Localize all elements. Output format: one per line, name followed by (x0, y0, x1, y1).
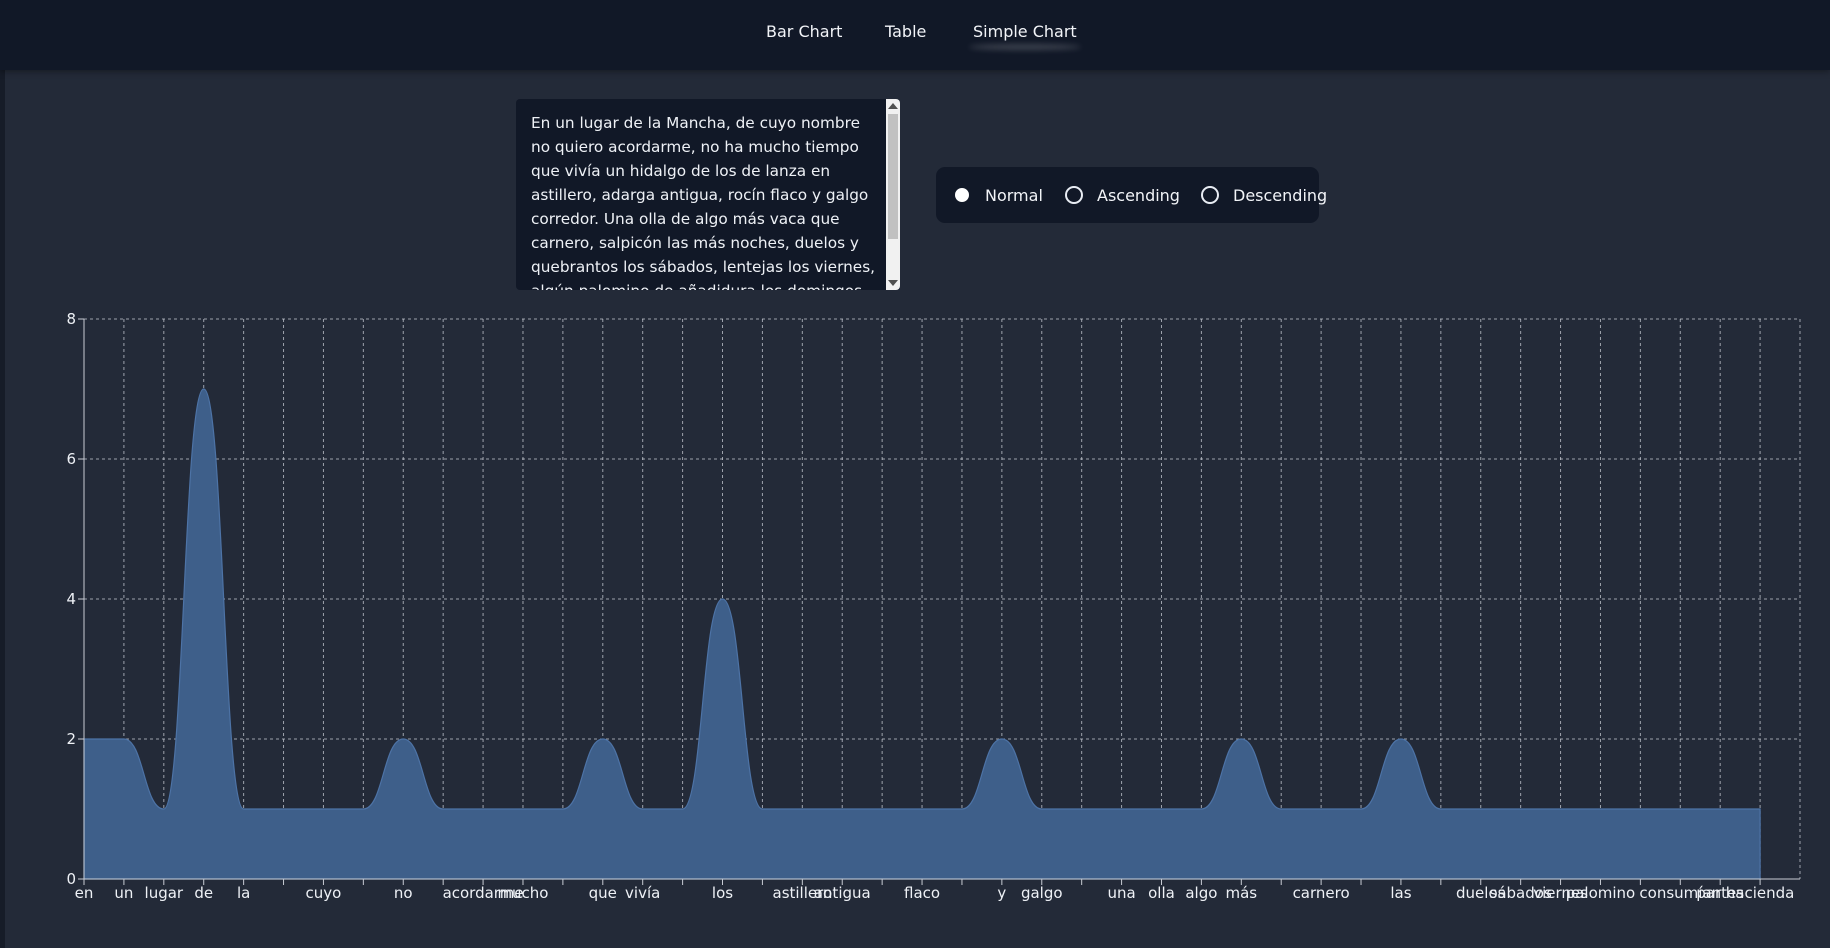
scroll-down-arrow-icon[interactable] (888, 280, 898, 286)
x-tick-label: flaco (904, 884, 940, 902)
radio-descending-label: Descending (1233, 185, 1328, 205)
x-tick-label: una (1107, 884, 1135, 902)
y-tick-label: 4 (66, 590, 76, 608)
word-frequency-chart: 02468en un lugar de la cuyo no acordarmemucho qu… (66, 310, 1801, 902)
x-tick-label: en (75, 884, 94, 902)
scrollbar-thumb[interactable] (888, 114, 898, 239)
radio-checked-icon[interactable] (955, 188, 969, 202)
x-tick-label: carnero (1293, 884, 1350, 902)
radio-ascending-label: Ascending (1097, 185, 1180, 205)
scroll-up-arrow-icon[interactable] (888, 103, 898, 109)
sort-options-panel: Normal Ascending Descending (936, 167, 1327, 223)
radio-normal-label: Normal (985, 185, 1043, 205)
top-navigation-bar: Bar Chart Table Simple Chart (0, 0, 1830, 70)
x-tick-label: la (237, 884, 250, 902)
text-input-content[interactable]: En un lugar de la Mancha, de cuyo nombre… (531, 111, 876, 290)
x-tick-label: que (589, 884, 617, 902)
x-tick-label: hacienda (1726, 884, 1795, 902)
nav-bar-chart[interactable]: Bar Chart (766, 22, 842, 41)
x-tick-label: y (997, 884, 1006, 902)
x-tick-label: vivía (625, 884, 660, 902)
x-tick-label: un (114, 884, 133, 902)
radio-ascending[interactable]: Ascending (1065, 167, 1180, 223)
x-tick-label: los (712, 884, 733, 902)
radio-unchecked-icon[interactable] (1065, 186, 1083, 204)
x-tick-label: cuyo (306, 884, 342, 902)
x-tick-label: algo (1185, 884, 1217, 902)
nav-table[interactable]: Table (885, 22, 926, 41)
y-tick-label: 8 (66, 310, 76, 328)
x-tick-label: de (194, 884, 213, 902)
nav-simple-chart[interactable]: Simple Chart (973, 22, 1077, 41)
y-tick-label: 6 (66, 450, 76, 468)
radio-descending[interactable]: Descending (1201, 167, 1327, 223)
x-tick-label: galgo (1021, 884, 1063, 902)
x-tick-label: olla (1148, 884, 1175, 902)
x-tick-label: las (1390, 884, 1411, 902)
x-tick-label: antigua (814, 884, 871, 902)
radio-normal[interactable]: Normal (953, 167, 1043, 223)
x-tick-label: más (1225, 884, 1257, 902)
x-tick-label: lugar (145, 884, 184, 902)
y-tick-label: 2 (66, 730, 76, 748)
x-tick-label: mucho (497, 884, 548, 902)
textarea-scrollbar[interactable] (886, 99, 900, 290)
x-tick-label: no (394, 884, 413, 902)
radio-unchecked-icon[interactable] (1201, 186, 1219, 204)
x-tick-label: palomino (1566, 884, 1636, 902)
text-input-area[interactable]: En un lugar de la Mancha, de cuyo nombre… (516, 99, 900, 290)
